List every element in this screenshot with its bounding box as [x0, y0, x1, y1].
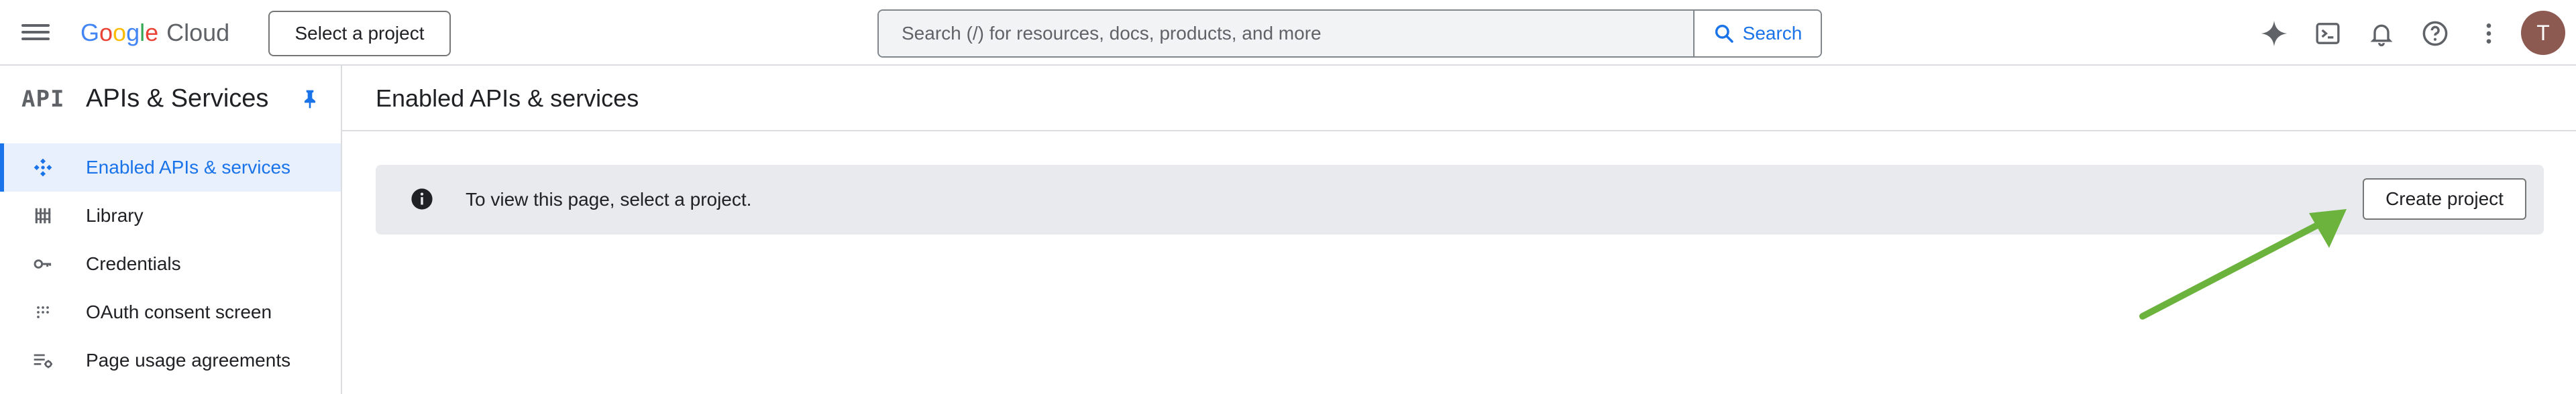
- top-bar: Google Cloud Select a project Search T: [0, 0, 2576, 66]
- sidebar-item-oauth-consent[interactable]: OAuth consent screen: [0, 288, 341, 336]
- sidebar-title: APIs & Services: [86, 84, 269, 113]
- sidebar-item-page-usage-agreements[interactable]: Page usage agreements: [0, 336, 341, 385]
- more-options-icon[interactable]: [2473, 17, 2505, 50]
- page-header: Enabled APIs & services: [342, 66, 2576, 131]
- account-avatar[interactable]: T: [2521, 11, 2565, 55]
- key-icon: [30, 251, 56, 277]
- search-input[interactable]: [879, 11, 1693, 56]
- sidebar-item-label: Page usage agreements: [86, 350, 291, 371]
- gemini-sparkle-icon[interactable]: [2258, 17, 2290, 50]
- info-icon: [411, 188, 433, 210]
- api-diamond-icon: [30, 154, 56, 181]
- oauth-dots-icon: [30, 299, 56, 326]
- api-logo-icon: API: [21, 86, 65, 113]
- notifications-bell-icon[interactable]: [2365, 17, 2398, 50]
- annotation-arrow-icon: [2139, 209, 2347, 320]
- search-bar: Search: [877, 9, 1822, 58]
- sidebar: API APIs & Services Enabled APIs & servi…: [0, 66, 342, 394]
- search-icon: [1715, 24, 1733, 43]
- logo-word: Google: [80, 19, 159, 46]
- main-menu-icon[interactable]: [21, 20, 50, 44]
- sidebar-item-enabled-apis[interactable]: Enabled APIs & services: [0, 143, 341, 192]
- create-project-button[interactable]: Create project: [2363, 178, 2526, 220]
- library-icon: [30, 202, 56, 229]
- search-button[interactable]: Search: [1693, 11, 1821, 56]
- sidebar-item-label: Library: [86, 205, 144, 226]
- help-icon[interactable]: [2419, 17, 2451, 50]
- cloud-shell-terminal-icon[interactable]: [2312, 17, 2344, 50]
- settings-list-icon: [30, 347, 56, 374]
- sidebar-item-credentials[interactable]: Credentials: [0, 240, 341, 288]
- sidebar-item-label: OAuth consent screen: [86, 302, 272, 322]
- search-button-label: Search: [1742, 23, 1803, 44]
- sidebar-header: API APIs & Services: [0, 66, 341, 131]
- sidebar-item-label: Credentials: [86, 253, 181, 274]
- google-cloud-logo[interactable]: Google Cloud: [80, 16, 229, 50]
- select-project-button[interactable]: Select a project: [268, 11, 451, 56]
- sidebar-item-label: Enabled APIs & services: [86, 157, 291, 178]
- pin-icon[interactable]: [299, 87, 321, 111]
- logo-product: Cloud: [166, 19, 230, 46]
- sidebar-item-library[interactable]: Library: [0, 192, 341, 240]
- page-title: Enabled APIs & services: [376, 84, 639, 112]
- banner-message: To view this page, select a project.: [466, 189, 752, 210]
